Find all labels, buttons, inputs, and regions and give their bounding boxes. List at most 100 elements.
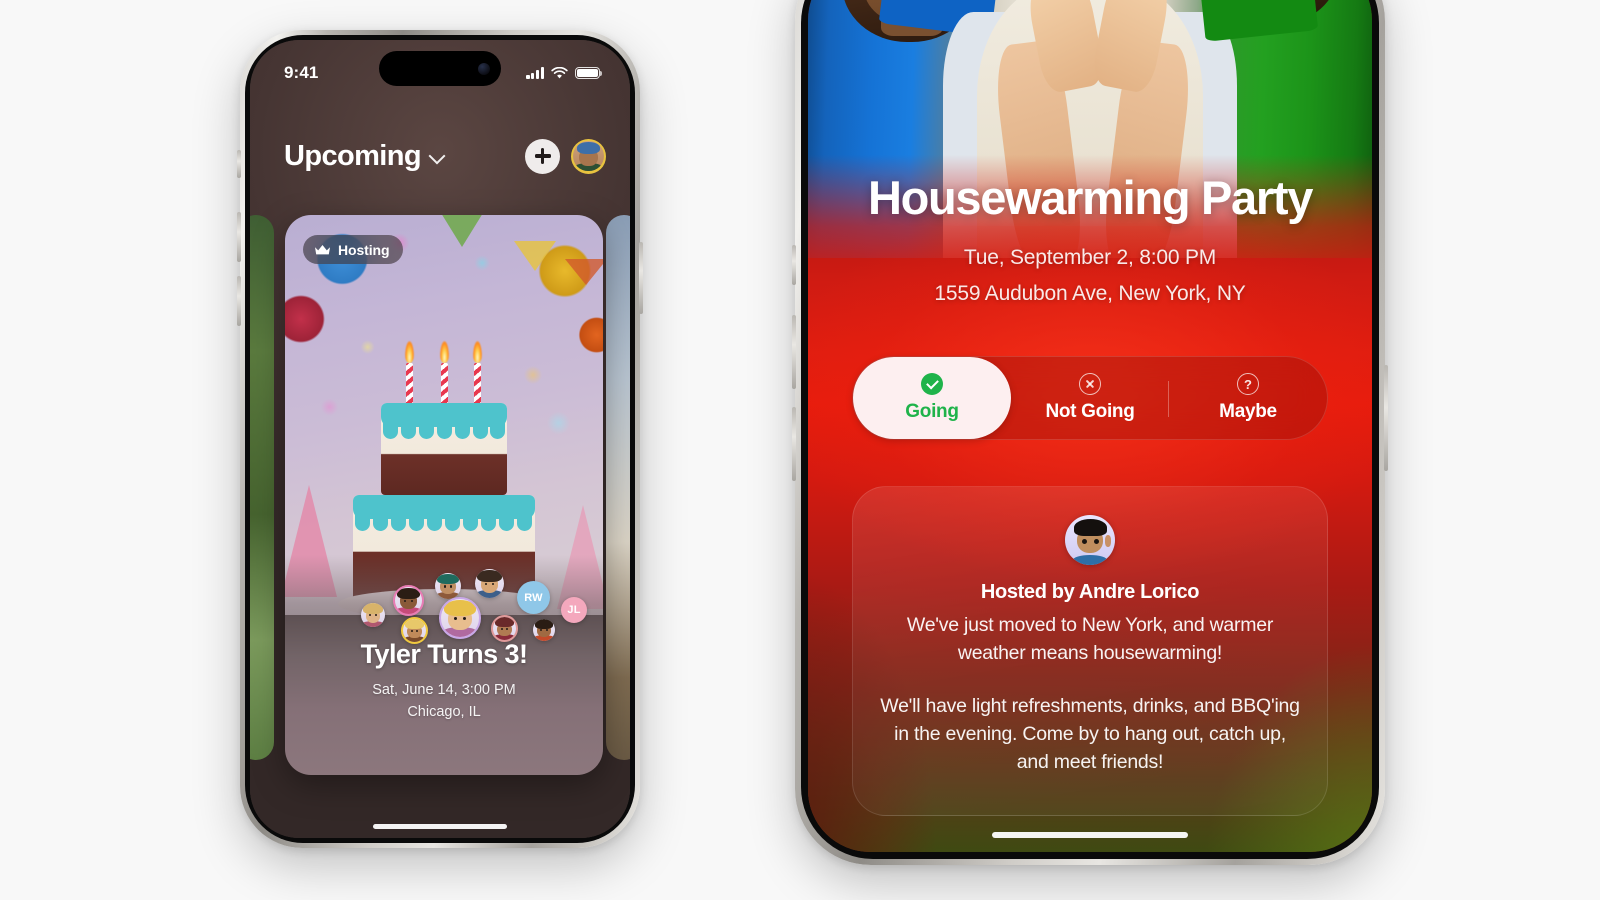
- attendee-memoji-avatar[interactable]: [439, 597, 481, 639]
- volume-down-button[interactable]: [237, 276, 241, 326]
- attendee-memoji-avatar[interactable]: [361, 603, 385, 627]
- dynamic-island: [379, 51, 501, 86]
- memoji-hair: [494, 617, 515, 628]
- attendee-memoji-avatar[interactable]: [475, 569, 504, 598]
- cellular-signal-icon: [526, 67, 544, 79]
- host-avatar-hair: [1073, 519, 1107, 536]
- page-title: Upcoming: [284, 139, 422, 172]
- host-description-paragraph-1: We've just moved to New York, and warmer…: [906, 614, 1274, 664]
- memoji-figure: [395, 587, 422, 614]
- right-phone-screen: Housewarming Party Tue, September 2, 8:0…: [808, 0, 1372, 852]
- memoji-hair: [404, 619, 425, 630]
- bunting-flag-icon: [564, 259, 603, 285]
- event-card[interactable]: Hosting RW JL Tyler Turns 3! Sat, June 14…: [285, 215, 603, 775]
- right-phone-device: Housewarming Party Tue, September 2, 8:0…: [792, 0, 1388, 865]
- x-circle-icon: [1079, 373, 1101, 395]
- silent-switch[interactable]: [792, 245, 796, 285]
- rsvp-segmented-control[interactable]: Going Not Going ? Maybe: [852, 356, 1328, 440]
- memoji-hair: [534, 619, 554, 629]
- rsvp-option-label: Maybe: [1219, 401, 1277, 422]
- event-detail-title: Housewarming Party: [867, 171, 1313, 224]
- rsvp-option-maybe[interactable]: ? Maybe: [1169, 357, 1327, 439]
- candle-flame-icon: [405, 341, 414, 363]
- memoji-figure: [493, 617, 516, 640]
- memoji-hair: [362, 603, 384, 614]
- memoji-eye: [443, 585, 446, 588]
- avatar-hat: [576, 141, 601, 154]
- header-actions: [525, 138, 606, 174]
- rsvp-option-label: Not Going: [1045, 401, 1135, 422]
- status-time: 9:41: [284, 63, 319, 82]
- host-info-card: Hosted by Andre Lorico We've just moved …: [852, 486, 1328, 816]
- silent-switch[interactable]: [237, 150, 241, 178]
- attendee-memoji-avatar[interactable]: [533, 619, 555, 641]
- cake-icing-drip: [353, 515, 535, 531]
- event-title: Tyler Turns 3!: [360, 639, 528, 669]
- host-avatar-eye: [1093, 539, 1099, 544]
- status-badge-label: Hosting: [338, 241, 390, 258]
- bunting-flag-icon: [440, 215, 483, 247]
- event-detail-address: 1559 Audubon Ave, New York, NY: [934, 282, 1246, 305]
- cake-icing-drip: [381, 423, 507, 439]
- event-detail-content: Housewarming Party Tue, September 2, 8:0…: [808, 0, 1372, 852]
- host-description-paragraph-2: We'll have light refreshments, drinks, a…: [880, 695, 1300, 773]
- bunting-flag-icon: [513, 241, 556, 271]
- left-phone-device: 9:41 Upcoming Hosting RW JL Tyler Turns …: [237, 30, 643, 848]
- event-detail-date: Tue, September 2, 8:00 PM: [963, 246, 1217, 269]
- host-avatar-shirt: [1073, 555, 1107, 565]
- candle-icon: [474, 363, 481, 407]
- memoji-hair: [437, 573, 459, 585]
- memoji-figure: [441, 599, 479, 637]
- memoji-hair: [397, 587, 420, 599]
- attendee-memoji-avatar[interactable]: [393, 585, 424, 616]
- rsvp-option-not-going[interactable]: Not Going: [1011, 357, 1169, 439]
- candle-flame-icon: [473, 341, 482, 363]
- attendee-initials-avatar[interactable]: JL: [561, 597, 587, 623]
- status-icons: [526, 66, 603, 80]
- avatar: [573, 140, 604, 172]
- home-indicator[interactable]: [992, 832, 1188, 838]
- candle-icon: [406, 363, 413, 407]
- rsvp-option-label: Going: [905, 401, 959, 422]
- attendee-initials-avatar[interactable]: RW: [517, 581, 550, 614]
- memoji-figure: [435, 573, 461, 599]
- host-avatar-eye: [1081, 539, 1087, 544]
- power-button[interactable]: [1384, 365, 1388, 471]
- host-avatar[interactable]: [1065, 515, 1115, 565]
- event-location: Chicago, IL: [407, 703, 481, 720]
- memoji-eye: [500, 627, 503, 630]
- screenshot-stage: 9:41 Upcoming Hosting RW JL Tyler Turns …: [0, 0, 1600, 900]
- carousel-peek-next[interactable]: [606, 215, 630, 760]
- event-date: Sat, June 14, 3:00 PM: [372, 682, 516, 698]
- memoji-hair: [477, 569, 502, 582]
- attendee-memoji-avatar[interactable]: [435, 573, 461, 599]
- status-badge: Hosting: [303, 235, 404, 264]
- chevron-down-icon: [430, 149, 445, 164]
- memoji-figure: [361, 603, 385, 627]
- candle-flame-icon: [440, 341, 449, 363]
- rsvp-option-going[interactable]: Going: [853, 357, 1011, 439]
- memoji-eye: [410, 629, 413, 632]
- home-indicator[interactable]: [373, 824, 507, 829]
- question-circle-icon: ?: [1237, 373, 1259, 395]
- volume-up-button[interactable]: [237, 212, 241, 262]
- volume-up-button[interactable]: [792, 315, 796, 389]
- power-button[interactable]: [639, 242, 643, 314]
- event-carousel[interactable]: Hosting RW JL Tyler Turns 3! Sat, June 14…: [250, 215, 630, 838]
- memoji-hair: [444, 599, 476, 616]
- attendee-memoji-avatar[interactable]: [491, 615, 518, 642]
- left-phone-screen: 9:41 Upcoming Hosting RW JL Tyler Turns …: [250, 40, 630, 838]
- attendee-avatar-cluster[interactable]: RW JL: [285, 567, 603, 644]
- add-event-button[interactable]: [525, 138, 560, 174]
- event-card-text: Tyler Turns 3! Sat, June 14, 3:00 PM Chi…: [285, 639, 603, 722]
- memoji-figure: [533, 619, 555, 641]
- upcoming-filter-button[interactable]: Upcoming: [284, 140, 445, 173]
- memoji-figure: [475, 569, 504, 598]
- carousel-peek-previous[interactable]: [250, 215, 274, 760]
- volume-down-button[interactable]: [792, 407, 796, 481]
- host-avatar-thumb: [1104, 535, 1111, 547]
- crown-icon: [314, 244, 331, 256]
- check-circle-icon: [921, 373, 943, 395]
- front-camera-icon: [478, 62, 490, 75]
- profile-avatar-button[interactable]: [571, 138, 606, 174]
